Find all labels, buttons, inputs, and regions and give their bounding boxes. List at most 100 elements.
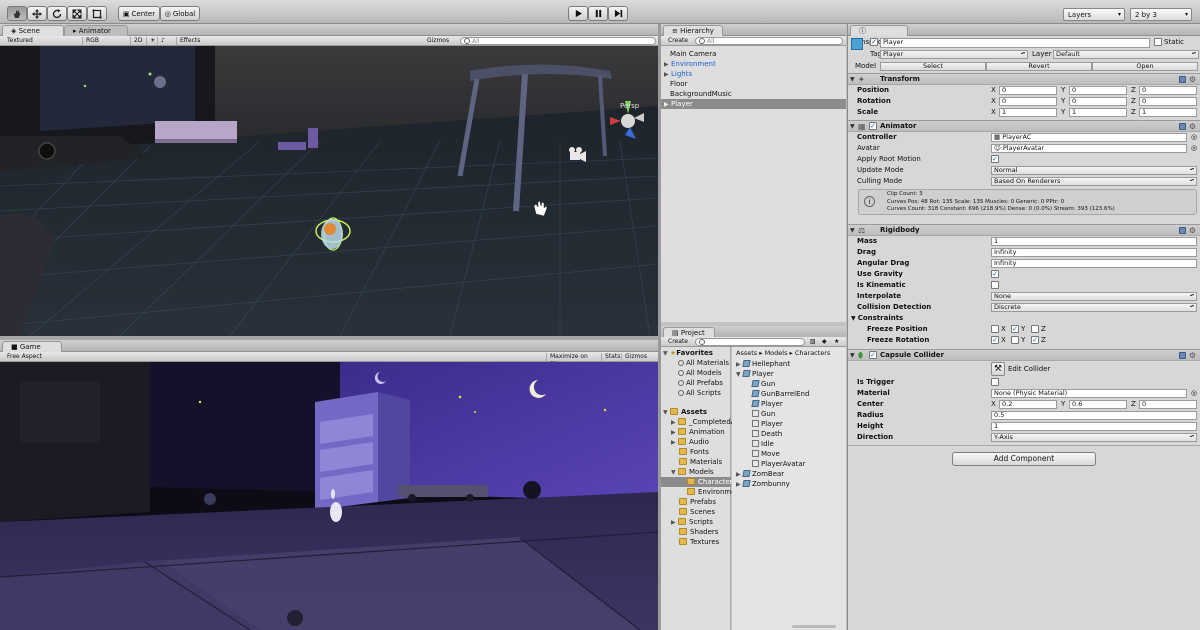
tab-hierarchy[interactable]: ≡ Hierarchy	[663, 25, 723, 36]
animator-header[interactable]: ▼ ▦ ✓ Animator ⚙	[848, 120, 1200, 132]
scene-viewport[interactable]: Persp	[0, 46, 658, 336]
tab-game[interactable]: ■ Game	[2, 341, 62, 352]
object-picker-icon[interactable]: ◎	[1191, 132, 1197, 143]
icon-size-slider[interactable]	[792, 625, 836, 628]
collapse-arrow-icon[interactable]: ▼	[850, 350, 855, 361]
position-z-field[interactable]: 0	[1139, 86, 1197, 95]
scale-icon[interactable]	[67, 6, 87, 21]
controller-field[interactable]: ▦ PlayerAC	[991, 133, 1187, 142]
rotation-y-field[interactable]: 0	[1069, 97, 1127, 106]
folder-item[interactable]: Prefabs	[679, 497, 716, 507]
hierarchy-item-floor[interactable]: Floor	[670, 79, 687, 89]
scale-y-field[interactable]: 1	[1069, 108, 1127, 117]
folder-item[interactable]: ▼ Models	[671, 467, 714, 477]
play-button[interactable]	[568, 6, 588, 21]
folder-item[interactable]: Shaders	[679, 527, 718, 537]
file-item[interactable]: Death	[752, 429, 782, 439]
tag-dropdown[interactable]: Player	[880, 50, 1028, 59]
culling-mode-dropdown[interactable]: Based On Renderers	[991, 177, 1197, 186]
animator-enabled-checkbox[interactable]: ✓	[869, 122, 877, 130]
scale-z-field[interactable]: 1	[1139, 108, 1197, 117]
filter-label-icon[interactable]: ◆	[819, 338, 831, 346]
file-item[interactable]: Gun	[751, 379, 775, 389]
project-create-dropdown[interactable]: Create	[665, 338, 691, 346]
breadcrumb-item[interactable]: Assets	[736, 349, 757, 357]
freeze-rotation-x-checkbox[interactable]: ✓	[991, 336, 999, 344]
favorite-item[interactable]: All Scripts	[678, 388, 721, 398]
transform-header[interactable]: ▼ ✦ Transform ⚙	[848, 73, 1200, 85]
file-item[interactable]: GunBarrelEnd	[751, 389, 809, 399]
hierarchy-item-lights[interactable]: ▶ Lights	[664, 69, 692, 79]
folder-item[interactable]: ▶ Audio	[671, 437, 709, 447]
folder-item[interactable]: Fonts	[679, 447, 709, 457]
angular-drag-field[interactable]: Infinity	[991, 259, 1197, 268]
audio-toggle-icon[interactable]: ♪	[157, 37, 169, 45]
model-select-button[interactable]: Select	[880, 62, 986, 71]
hierarchy-item-main-camera[interactable]: Main Camera	[670, 49, 716, 59]
folder-item[interactable]: Scenes	[679, 507, 715, 517]
model-revert-button[interactable]: Revert	[986, 62, 1092, 71]
constraints-row[interactable]: ▼ Constraints	[851, 313, 1200, 324]
favorite-item[interactable]: All Models	[678, 368, 722, 378]
object-picker-icon[interactable]: ◎	[1191, 143, 1197, 154]
space-global-button[interactable]: ◎ Global	[160, 6, 200, 21]
favorite-item[interactable]: All Prefabs	[678, 378, 723, 388]
favorite-star-icon[interactable]: ★	[831, 338, 843, 346]
gear-icon[interactable]: ⚙	[1189, 122, 1196, 131]
game-viewport[interactable]	[0, 362, 658, 630]
object-picker-icon[interactable]: ◎	[1191, 388, 1197, 399]
root-motion-checkbox[interactable]: ✓	[991, 155, 999, 163]
lighting-toggle-icon[interactable]: ☀	[146, 37, 156, 45]
folder-item[interactable]: Textures	[679, 537, 719, 547]
tab-inspector[interactable]: ⓘ Inspector	[850, 25, 908, 46]
expand-arrow-icon[interactable]: ▶	[671, 438, 678, 448]
drag-field[interactable]: Infinity	[991, 248, 1197, 257]
rigidbody-header[interactable]: ▼ ⚖ Rigidbody ⚙	[848, 224, 1200, 236]
file-item[interactable]: Player	[752, 419, 783, 429]
folder-item[interactable]: Materials	[679, 457, 722, 467]
effects-dropdown[interactable]: Effects	[176, 37, 210, 45]
expand-arrow-icon[interactable]: ▶	[664, 100, 671, 110]
collapse-arrow-icon[interactable]: ▼	[851, 315, 858, 322]
freeze-rotation-y-checkbox[interactable]	[1011, 336, 1019, 344]
folder-item[interactable]: Environme	[687, 487, 736, 497]
height-field[interactable]: 1	[991, 422, 1197, 431]
rotation-x-field[interactable]: 0	[999, 97, 1057, 106]
file-item[interactable]: Move	[752, 449, 780, 459]
rotation-z-field[interactable]: 0	[1139, 97, 1197, 106]
folder-item[interactable]: ▶ Scripts	[671, 517, 713, 527]
project-search-input[interactable]	[695, 338, 805, 346]
collapse-arrow-icon[interactable]: ▼	[850, 225, 855, 236]
mode-2d-toggle[interactable]: 2D	[130, 37, 144, 45]
folder-item[interactable]: ▶ _CompletedA	[671, 417, 735, 427]
edit-collider-button[interactable]: ⚒	[991, 362, 1005, 376]
center-z-field[interactable]: 0	[1139, 400, 1197, 409]
hierarchy-item-backgroundmusic[interactable]: BackgroundMusic	[670, 89, 732, 99]
folder-item[interactable]: ▶ Animation	[671, 427, 725, 437]
pivot-center-button[interactable]: ▣ Center	[118, 6, 160, 21]
collapse-arrow-icon[interactable]: ▼	[850, 121, 855, 132]
help-book-icon[interactable]	[1179, 123, 1186, 130]
collapse-arrow-icon[interactable]: ▼	[850, 74, 855, 85]
hierarchy-item-environment[interactable]: ▶ Environment	[664, 59, 716, 69]
mass-field[interactable]: 1	[991, 237, 1197, 246]
file-item[interactable]: Player	[751, 399, 783, 409]
freeze-position-x-checkbox[interactable]	[991, 325, 999, 333]
breadcrumb-item[interactable]: Characters	[795, 349, 830, 357]
layer-dropdown[interactable]: Default	[1053, 50, 1199, 59]
scene-search-input[interactable]: All	[460, 37, 656, 45]
add-component-button[interactable]: Add Component	[952, 452, 1096, 466]
position-x-field[interactable]: 0	[999, 86, 1057, 95]
file-item[interactable]: ▶ Zombunny	[736, 479, 790, 489]
use-gravity-checkbox[interactable]: ✓	[991, 270, 999, 278]
radius-field[interactable]: 0.5	[991, 411, 1197, 420]
layout-dropdown[interactable]: 2 by 3	[1130, 8, 1192, 21]
material-field[interactable]: None (Physic Material)	[991, 389, 1187, 398]
file-item[interactable]: ▶ ZomBear	[736, 469, 784, 479]
freeze-position-z-checkbox[interactable]	[1031, 325, 1039, 333]
collapse-arrow-icon[interactable]: ▼	[663, 408, 670, 418]
hand-icon[interactable]	[7, 6, 27, 21]
shading-mode-dropdown[interactable]: Textured	[4, 37, 74, 45]
file-item[interactable]: ▶ Hellephant	[736, 359, 790, 369]
position-y-field[interactable]: 0	[1069, 86, 1127, 95]
